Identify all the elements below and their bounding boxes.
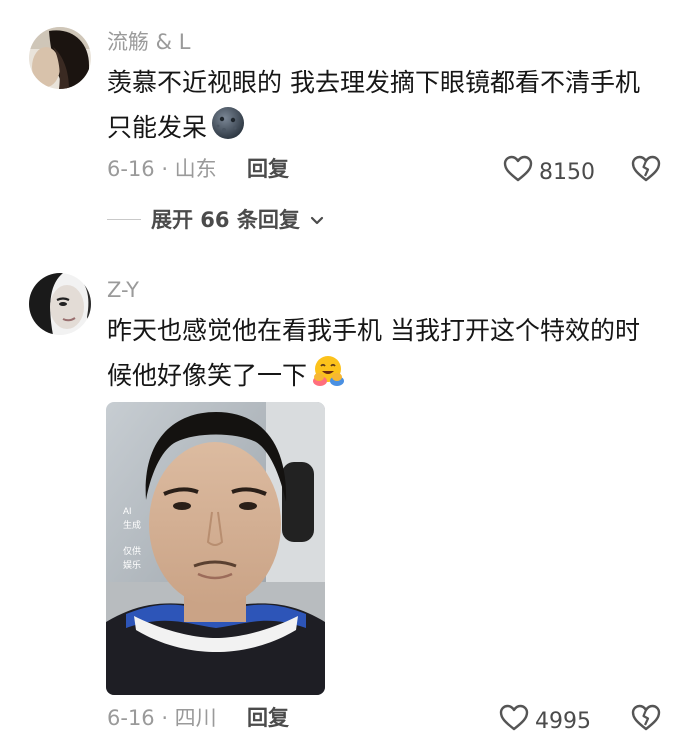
dislike-button[interactable] <box>631 155 661 187</box>
reply-button[interactable]: 回复 <box>247 156 289 182</box>
comment-text-line: 羡慕不近视眼的 我去理发摘下眼镜都看不清手机 <box>107 68 640 97</box>
broken-heart-icon <box>631 704 661 736</box>
comment-text-line-2: 候他好像笑了一下 <box>107 354 345 400</box>
comment-date-location: 6-16 · 山东 <box>107 157 217 181</box>
watermark-line4: 娱乐 <box>123 559 141 570</box>
like-count: 4995 <box>535 708 591 734</box>
attached-photo[interactable]: AI 生成 仅供 娱乐 <box>106 402 325 695</box>
watermark-line3: 仅供 <box>123 545 141 556</box>
watermark-ai: AI <box>123 506 132 516</box>
watermark-line2: 生成 <box>123 519 141 530</box>
dislike-button[interactable] <box>631 704 661 736</box>
avatar[interactable] <box>29 27 91 89</box>
expand-replies-label: 展开 66 条回复 <box>151 208 300 232</box>
broken-heart-icon <box>631 155 661 187</box>
like-button[interactable]: 8150 <box>503 155 595 190</box>
heart-icon <box>503 155 533 190</box>
expand-replies-button[interactable]: 展开 66 条回复 <box>107 204 324 234</box>
hugging-face-icon <box>311 354 345 400</box>
like-count: 8150 <box>539 159 595 185</box>
divider <box>107 218 141 220</box>
comment-text-line-2: 只能发呆 <box>107 106 245 152</box>
comment-date-location: 6-16 · 四川 <box>107 706 217 730</box>
comment-username[interactable]: Z-Y <box>107 278 139 302</box>
reply-button[interactable]: 回复 <box>247 705 289 731</box>
heart-icon <box>499 704 529 739</box>
avatar[interactable] <box>29 273 91 335</box>
chevron-down-icon <box>310 207 324 231</box>
like-button[interactable]: 4995 <box>499 704 591 739</box>
comment-text-line: 昨天也感觉他在看我手机 当我打开这个特效的时 <box>107 316 640 345</box>
comment-username[interactable]: 流觞 & L <box>107 30 190 54</box>
new-moon-face-icon <box>211 106 245 152</box>
